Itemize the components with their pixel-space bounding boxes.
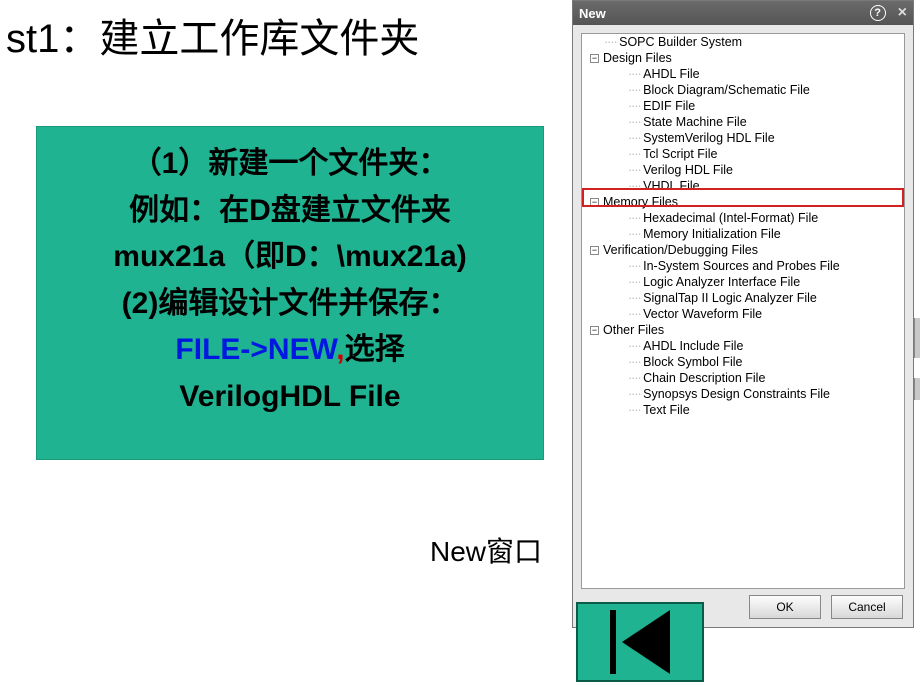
tree-category-other[interactable]: −Other Files <box>582 322 904 338</box>
file-new-text: FILE->NEW <box>175 333 336 366</box>
bar-icon <box>610 610 616 674</box>
close-icon[interactable]: × <box>898 4 907 22</box>
tree-item[interactable]: Synopsys Design Constraints File <box>582 386 904 402</box>
file-type-tree: SOPC Builder System −Design Files AHDL F… <box>581 33 905 589</box>
tree-item-sopc[interactable]: SOPC Builder System <box>582 34 904 50</box>
tree-item[interactable]: Hexadecimal (Intel-Format) File <box>582 210 904 226</box>
tree-item[interactable]: Vector Waveform File <box>582 306 904 322</box>
tree-item[interactable]: Text File <box>582 402 904 418</box>
dialog-titlebar[interactable]: New ? × <box>573 1 913 25</box>
new-dialog: New ? × SOPC Builder System −Design File… <box>572 0 914 628</box>
side-decoration <box>914 318 920 358</box>
instruction-box: （1）新建一个文件夹： 例如：在D盘建立文件夹 mux21a（即D：\mux21… <box>36 126 544 460</box>
tree-item[interactable]: AHDL File <box>582 66 904 82</box>
ok-button[interactable]: OK <box>749 595 821 619</box>
instruction-line-3: mux21a（即D：\mux21a) <box>47 234 533 281</box>
tree-item[interactable]: Logic Analyzer Interface File <box>582 274 904 290</box>
tree-item[interactable]: Block Diagram/Schematic File <box>582 82 904 98</box>
tree-item[interactable]: State Machine File <box>582 114 904 130</box>
tree-category-memory[interactable]: −Memory Files <box>582 194 904 210</box>
instruction-line-4: (2)编辑设计文件并保存： <box>47 281 533 328</box>
dialog-buttons: OK Cancel <box>749 595 903 619</box>
tree-category-verification[interactable]: −Verification/Debugging Files <box>582 242 904 258</box>
side-decoration <box>914 378 920 400</box>
tree-item[interactable]: SystemVerilog HDL File <box>582 130 904 146</box>
tree-item[interactable]: Tcl Script File <box>582 146 904 162</box>
tree-item[interactable]: AHDL Include File <box>582 338 904 354</box>
minus-icon[interactable]: − <box>590 246 599 255</box>
tree-item[interactable]: In-System Sources and Probes File <box>582 258 904 274</box>
dialog-title: New <box>579 6 606 21</box>
instruction-line-6: VerilogHDL File <box>47 374 533 421</box>
tree-item[interactable]: EDIF File <box>582 98 904 114</box>
select-text: 选择 <box>345 333 405 366</box>
help-icon[interactable]: ? <box>870 5 886 21</box>
minus-icon[interactable]: − <box>590 198 599 207</box>
tree-item[interactable]: Block Symbol File <box>582 354 904 370</box>
instruction-line-5: FILE->NEW,选择 <box>47 327 533 374</box>
prev-nav-button[interactable] <box>576 602 704 682</box>
tree-item-verilog-hdl[interactable]: Verilog HDL File <box>582 162 904 178</box>
tree-item[interactable]: VHDL File <box>582 178 904 194</box>
minus-icon[interactable]: − <box>590 54 599 63</box>
minus-icon[interactable]: − <box>590 326 599 335</box>
dialog-caption: New窗口 <box>430 530 542 570</box>
triangle-left-icon <box>622 610 670 674</box>
instruction-line-2: 例如：在D盘建立文件夹 <box>47 188 533 235</box>
instruction-line-1: （1）新建一个文件夹： <box>47 141 533 188</box>
page-title: st1：建立工作库文件夹 <box>6 6 419 64</box>
tree-item[interactable]: SignalTap II Logic Analyzer File <box>582 290 904 306</box>
tree-item[interactable]: Memory Initialization File <box>582 226 904 242</box>
cancel-button[interactable]: Cancel <box>831 595 903 619</box>
tree-category-design[interactable]: −Design Files <box>582 50 904 66</box>
comma: , <box>336 333 344 366</box>
tree-item[interactable]: Chain Description File <box>582 370 904 386</box>
